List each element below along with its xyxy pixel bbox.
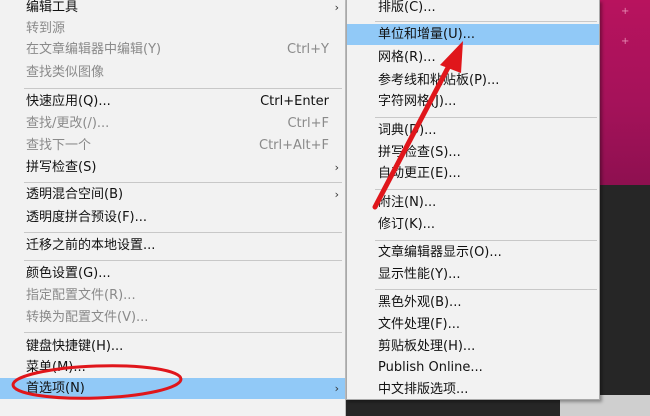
submenu-arrow-icon: ›	[334, 1, 339, 14]
menu-item-label: 转换为配置文件(V)...	[26, 310, 149, 325]
menu-item-units-increments[interactable]: 单位和增量(U)...	[347, 24, 599, 45]
menu-item-label: 参考线和粘贴板(P)...	[378, 73, 500, 88]
menu-item-quick-apply[interactable]: 快速应用(Q)... Ctrl+Enter	[0, 91, 345, 112]
menu-item-keyboard-shortcuts[interactable]: 键盘快捷键(H)...	[0, 336, 345, 357]
menu-item-label: 修订(K)...	[378, 217, 436, 232]
menu-item-label: 拼写检查(S)...	[378, 145, 461, 160]
menu-item-label: 透明度拼合预设(F)...	[26, 210, 148, 225]
menu-item-file-handling[interactable]: 文件处理(F)...	[347, 314, 599, 335]
canvas-plus-mark-1: +	[621, 6, 630, 17]
menu-separator	[375, 21, 597, 22]
menu-item-label: 快速应用(Q)...	[26, 94, 111, 109]
menu-item-label: 键盘快捷键(H)...	[26, 339, 124, 354]
menu-item-label: 词典(D)...	[378, 123, 437, 138]
menu-item-label: 颜色设置(G)...	[26, 266, 111, 281]
edit-menu: 编辑工具 › 转到源 在文章编辑器中编辑(Y) Ctrl+Y 查找类似图像 快速…	[0, 0, 346, 416]
menu-item-label: 首选项(N)	[26, 381, 85, 396]
menu-item-label: 单位和增量(U)...	[378, 27, 476, 42]
menu-item-label: 查找下一个	[26, 138, 92, 153]
menu-item-label: 查找类似图像	[26, 65, 105, 80]
menu-item-frame-grid[interactable]: 字符网格(J)...	[347, 91, 599, 112]
menu-item-flattener-presets[interactable]: 透明度拼合预设(F)...	[0, 207, 345, 228]
menu-item-typography[interactable]: 排版(C)...	[347, 0, 599, 18]
menu-item-clipboard-handling[interactable]: 剪贴板处理(H)...	[347, 336, 599, 357]
menu-item-publish-online[interactable]: Publish Online...	[347, 357, 599, 378]
submenu-arrow-icon: ›	[334, 188, 339, 201]
menu-item-label: 排版(C)...	[378, 0, 436, 15]
menu-item-label: Publish Online...	[378, 360, 483, 375]
preferences-submenu: 排版(C)... 单位和增量(U)... 网格(R)... 参考线和粘贴板(P)…	[346, 0, 600, 400]
menu-item-autocorrect[interactable]: 自动更正(E)...	[347, 163, 599, 184]
menu-item-label: 自动更正(E)...	[378, 166, 461, 181]
menu-item-grids[interactable]: 网格(R)...	[347, 47, 599, 68]
menu-item-label: 网格(R)...	[378, 50, 436, 65]
menu-item-preferences[interactable]: 首选项(N) ›	[0, 378, 345, 399]
menu-separator	[375, 189, 597, 190]
shortcut-label: Ctrl+Enter	[260, 94, 329, 109]
menu-item-label: 中文排版选项...	[378, 382, 469, 397]
menu-item-label: 在文章编辑器中编辑(Y)	[26, 42, 162, 57]
menu-item-label: 查找/更改(/)...	[26, 116, 110, 131]
canvas-plus-mark-2: +	[621, 36, 630, 47]
menu-item-menus[interactable]: 菜单(M)...	[0, 357, 345, 378]
menu-item-transparency-blend-space[interactable]: 透明混合空间(B) ›	[0, 184, 345, 205]
menu-separator	[375, 289, 597, 290]
menu-item-guides-pasteboard[interactable]: 参考线和粘贴板(P)...	[347, 70, 599, 91]
menu-item-edit-tools[interactable]: 编辑工具 ›	[0, 0, 345, 18]
menu-item-migrate-local-settings[interactable]: 迁移之前的本地设置...	[0, 235, 345, 256]
menu-item-label: 附注(N)...	[378, 195, 437, 210]
menu-item-color-settings[interactable]: 颜色设置(G)...	[0, 263, 345, 284]
menu-item-find-change[interactable]: 查找/更改(/)... Ctrl+F	[0, 113, 345, 134]
menu-item-label: 字符网格(J)...	[378, 94, 457, 109]
menu-item-find-next[interactable]: 查找下一个 Ctrl+Alt+F	[0, 135, 345, 156]
menu-item-label: 透明混合空间(B)	[26, 187, 124, 202]
menu-item-label: 指定配置文件(R)...	[26, 288, 136, 303]
menu-separator	[24, 182, 342, 183]
menu-item-dictionary[interactable]: 词典(D)...	[347, 120, 599, 141]
menu-item-go-to-source[interactable]: 转到源	[0, 18, 345, 39]
screen: + + 编辑工具 › 转到源 在文章编辑器中编辑(Y) Ctrl+Y 查找类似图…	[0, 0, 650, 416]
menu-separator	[24, 260, 342, 261]
submenu-arrow-icon: ›	[334, 161, 339, 174]
menu-item-find-similar-images[interactable]: 查找类似图像	[0, 62, 345, 83]
menu-separator	[24, 232, 342, 233]
menu-item-label: 文章编辑器显示(O)...	[378, 245, 502, 260]
shortcut-label: Ctrl+F	[287, 116, 329, 131]
menu-item-label: 黑色外观(B)...	[378, 295, 462, 310]
menu-separator	[24, 88, 342, 89]
menu-item-edit-in-story-editor[interactable]: 在文章编辑器中编辑(Y) Ctrl+Y	[0, 39, 345, 60]
menu-item-spelling[interactable]: 拼写检查(S)...	[347, 142, 599, 163]
menu-item-label: 剪贴板处理(H)...	[378, 339, 476, 354]
menu-item-track-changes[interactable]: 修订(K)...	[347, 214, 599, 235]
app-canvas-accent	[598, 0, 650, 185]
submenu-arrow-icon: ›	[334, 382, 339, 395]
menu-item-label: 拼写检查(S)	[26, 160, 97, 175]
menu-item-assign-profiles[interactable]: 指定配置文件(R)...	[0, 285, 345, 306]
menu-separator	[375, 117, 597, 118]
menu-item-label: 编辑工具	[26, 0, 79, 15]
menu-separator	[375, 240, 597, 241]
menu-item-label: 迁移之前的本地设置...	[26, 238, 156, 253]
menu-item-cjk-composition[interactable]: 中文排版选项...	[347, 379, 599, 400]
menu-item-convert-to-profile[interactable]: 转换为配置文件(V)...	[0, 307, 345, 328]
menu-item-label: 显示性能(Y)...	[378, 267, 461, 282]
menu-item-label: 菜单(M)...	[26, 360, 86, 375]
shortcut-label: Ctrl+Y	[287, 42, 329, 57]
menu-separator	[24, 332, 342, 333]
menu-item-spell-check[interactable]: 拼写检查(S) ›	[0, 157, 345, 178]
menu-item-label: 转到源	[26, 21, 66, 36]
shortcut-label: Ctrl+Alt+F	[259, 138, 329, 153]
menu-item-appearance-of-black[interactable]: 黑色外观(B)...	[347, 292, 599, 313]
menu-item-display-performance[interactable]: 显示性能(Y)...	[347, 264, 599, 285]
menu-item-story-editor-display[interactable]: 文章编辑器显示(O)...	[347, 242, 599, 263]
menu-item-label: 文件处理(F)...	[378, 317, 461, 332]
menu-item-notes[interactable]: 附注(N)...	[347, 192, 599, 213]
